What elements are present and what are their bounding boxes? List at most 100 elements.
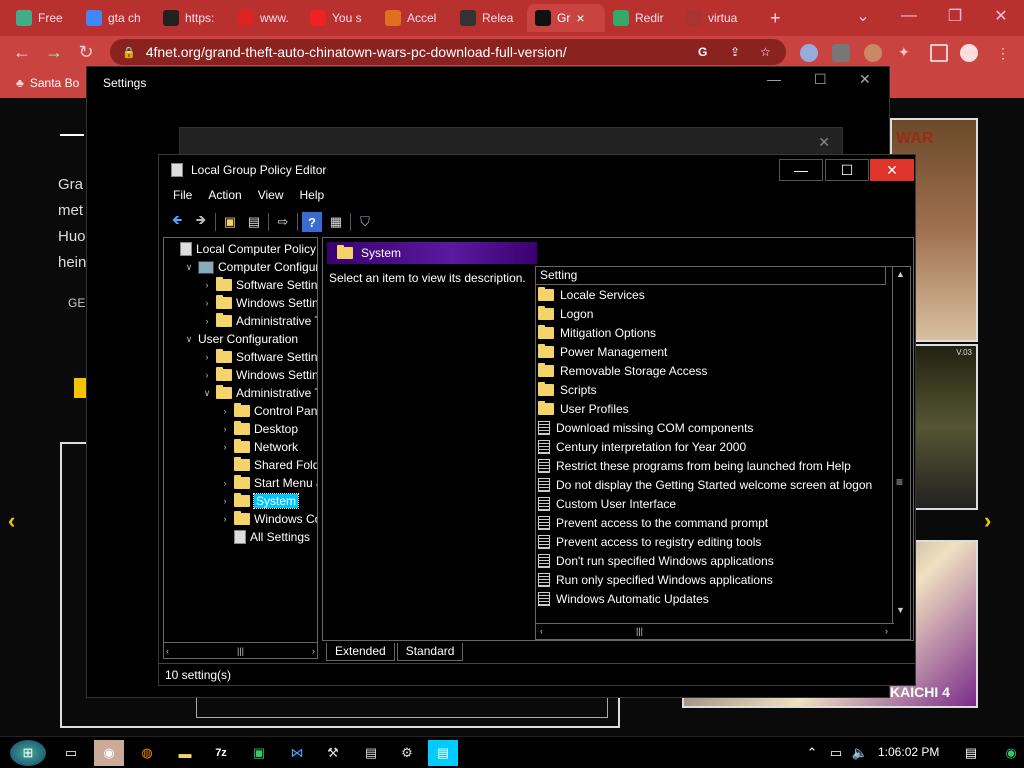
google-icon[interactable]: G: [698, 45, 707, 59]
browser-tab[interactable]: Relea: [452, 4, 527, 32]
browser-tab[interactable]: You s: [302, 4, 377, 32]
expand-chevron-icon[interactable]: ›: [202, 280, 212, 290]
scroll-thumb-icon[interactable]: ≡: [896, 475, 903, 489]
expand-chevron-icon[interactable]: ›: [220, 496, 230, 506]
tree-node[interactable]: › Control Panel: [220, 402, 317, 420]
dialog-close-icon[interactable]: ✕: [818, 134, 830, 151]
tree-node[interactable]: › Desktop: [220, 420, 298, 438]
app-taskbar-icon[interactable]: ▣: [244, 740, 274, 766]
setting-row[interactable]: Don't run specified Windows applications: [538, 551, 774, 570]
filter-icon[interactable]: ⛉: [355, 212, 375, 232]
expand-chevron-icon[interactable]: ›: [220, 442, 230, 452]
maximize-icon[interactable]: ☐: [814, 71, 827, 88]
menu-help[interactable]: Help: [292, 185, 333, 207]
settings-taskbar-icon[interactable]: ⚙: [392, 740, 422, 766]
scroll-down-icon[interactable]: ▼: [896, 605, 905, 615]
profile-icon[interactable]: [960, 44, 978, 62]
gpedit-close-icon[interactable]: ✕: [870, 159, 914, 181]
doc-taskbar-icon[interactable]: ▤: [356, 740, 386, 766]
tab-extended[interactable]: Extended: [326, 643, 395, 661]
puzzle-icon[interactable]: ✦: [898, 44, 916, 62]
browser-tab[interactable]: Accel: [377, 4, 452, 32]
browser-tab[interactable]: virtua: [678, 4, 748, 32]
browser-minimize-icon[interactable]: —: [886, 0, 932, 32]
browser-tab[interactable]: Gr ×: [527, 4, 605, 32]
tree-node[interactable]: ∨ Computer Configura: [184, 258, 317, 276]
up-folder-icon[interactable]: ▣: [220, 212, 240, 232]
expand-chevron-icon[interactable]: ›: [202, 352, 212, 362]
tree-node[interactable]: ∨ Administrative Te: [202, 384, 317, 402]
extension-s-icon[interactable]: [832, 44, 850, 62]
firefox-taskbar-icon[interactable]: ◍: [132, 740, 162, 766]
scroll-thumb-icon[interactable]: |||: [636, 626, 643, 636]
expand-chevron-icon[interactable]: ∨: [202, 388, 212, 399]
tab-standard[interactable]: Standard: [396, 643, 464, 661]
expand-chevron-icon[interactable]: ›: [220, 478, 230, 488]
scroll-left-icon[interactable]: ‹: [540, 626, 543, 636]
chrome-taskbar-icon[interactable]: ◉: [94, 740, 124, 766]
address-bar[interactable]: 🔒 4fnet.org/grand-theft-auto-chinatown-w…: [110, 39, 786, 65]
browser-maximize-icon[interactable]: ❐: [932, 0, 978, 32]
tree-node[interactable]: All Settings: [220, 528, 310, 546]
tree-node[interactable]: › Windows Setting: [202, 294, 317, 312]
browser-chevron-down-icon[interactable]: ⌄: [840, 0, 886, 32]
sevenzip-taskbar-icon[interactable]: 7z: [206, 740, 236, 766]
export-list-icon[interactable]: ⇨: [273, 212, 293, 232]
list-vscrollbar[interactable]: ▲ ≡ ▼: [892, 267, 910, 623]
minimize-icon[interactable]: —: [767, 71, 781, 87]
setting-row[interactable]: Run only specified Windows applications: [538, 570, 773, 589]
tree-node[interactable]: Local Computer Policy: [166, 240, 316, 258]
start-icon[interactable]: ⊞: [10, 740, 46, 766]
help-icon[interactable]: ?: [302, 212, 322, 232]
browser-tab[interactable]: www.: [230, 4, 302, 32]
tree-node[interactable]: › Start Menu ar: [220, 474, 317, 492]
carousel-next-icon[interactable]: ›: [984, 508, 991, 534]
tool-taskbar-icon[interactable]: ⚒: [318, 740, 348, 766]
new-tab-button[interactable]: +: [762, 4, 790, 32]
setting-row[interactable]: Prevent access to the command prompt: [538, 513, 768, 532]
extension-flag-icon[interactable]: [800, 44, 818, 62]
expand-chevron-icon[interactable]: ›: [220, 406, 230, 416]
gpedit-minimize-icon[interactable]: —: [779, 159, 823, 181]
properties-icon[interactable]: ▦: [326, 212, 346, 232]
gpedit-maximize-icon[interactable]: ☐: [825, 159, 869, 181]
volume-icon[interactable]: 🔈: [850, 740, 870, 766]
notification-icon[interactable]: ▤: [956, 740, 986, 766]
forward-arrow-icon[interactable]: 🡺: [191, 212, 211, 232]
setting-row[interactable]: Scripts: [538, 380, 597, 399]
network-icon[interactable]: ▭: [826, 740, 846, 766]
menu-dots-icon[interactable]: ⋮: [994, 44, 1012, 62]
tree-node[interactable]: › Windows Cor: [220, 510, 317, 528]
task-view-icon[interactable]: ▭: [56, 740, 86, 766]
setting-row[interactable]: Mitigation Options: [538, 323, 656, 342]
explorer-taskbar-icon[interactable]: ▬: [170, 740, 200, 766]
setting-row[interactable]: Century interpretation for Year 2000: [538, 437, 746, 456]
tree-node[interactable]: › Windows Setting: [202, 366, 317, 384]
tree-node[interactable]: › Software Settings: [202, 348, 317, 366]
expand-chevron-icon[interactable]: ∨: [184, 334, 194, 345]
tree-hscrollbar[interactable]: ‹ ||| ›: [164, 642, 317, 658]
menu-action[interactable]: Action: [200, 185, 249, 207]
sidepanel-icon[interactable]: [930, 44, 948, 62]
share-icon[interactable]: ⇪: [730, 45, 740, 59]
scroll-right-icon[interactable]: ›: [885, 626, 888, 636]
clock[interactable]: 1:06:02 PM: [878, 745, 939, 759]
tree-node[interactable]: › Network: [220, 438, 298, 456]
expand-chevron-icon[interactable]: ›: [202, 316, 212, 326]
browser-tab[interactable]: Redir: [605, 4, 678, 32]
show-hide-tree-icon[interactable]: ▤: [244, 212, 264, 232]
tree-node[interactable]: ∨ User Configuration: [184, 330, 298, 348]
reload-icon[interactable]: ↻: [74, 40, 98, 64]
setting-row[interactable]: Do not display the Getting Started welco…: [538, 475, 872, 494]
column-header-setting[interactable]: Setting: [536, 267, 886, 285]
setting-row[interactable]: Download missing COM components: [538, 418, 753, 437]
browser-tab[interactable]: https:: [155, 4, 230, 32]
whatsapp-tray-icon[interactable]: ◉: [1000, 740, 1022, 766]
expand-chevron-icon[interactable]: ›: [202, 370, 212, 380]
expand-chevron-icon[interactable]: ›: [202, 298, 212, 308]
gpedit-taskbar-icon[interactable]: ▤: [428, 740, 458, 766]
setting-row[interactable]: Restrict these programs from being launc…: [538, 456, 851, 475]
tab-close-icon[interactable]: ×: [576, 10, 584, 26]
setting-row[interactable]: User Profiles: [538, 399, 629, 418]
setting-row[interactable]: Custom User Interface: [538, 494, 676, 513]
